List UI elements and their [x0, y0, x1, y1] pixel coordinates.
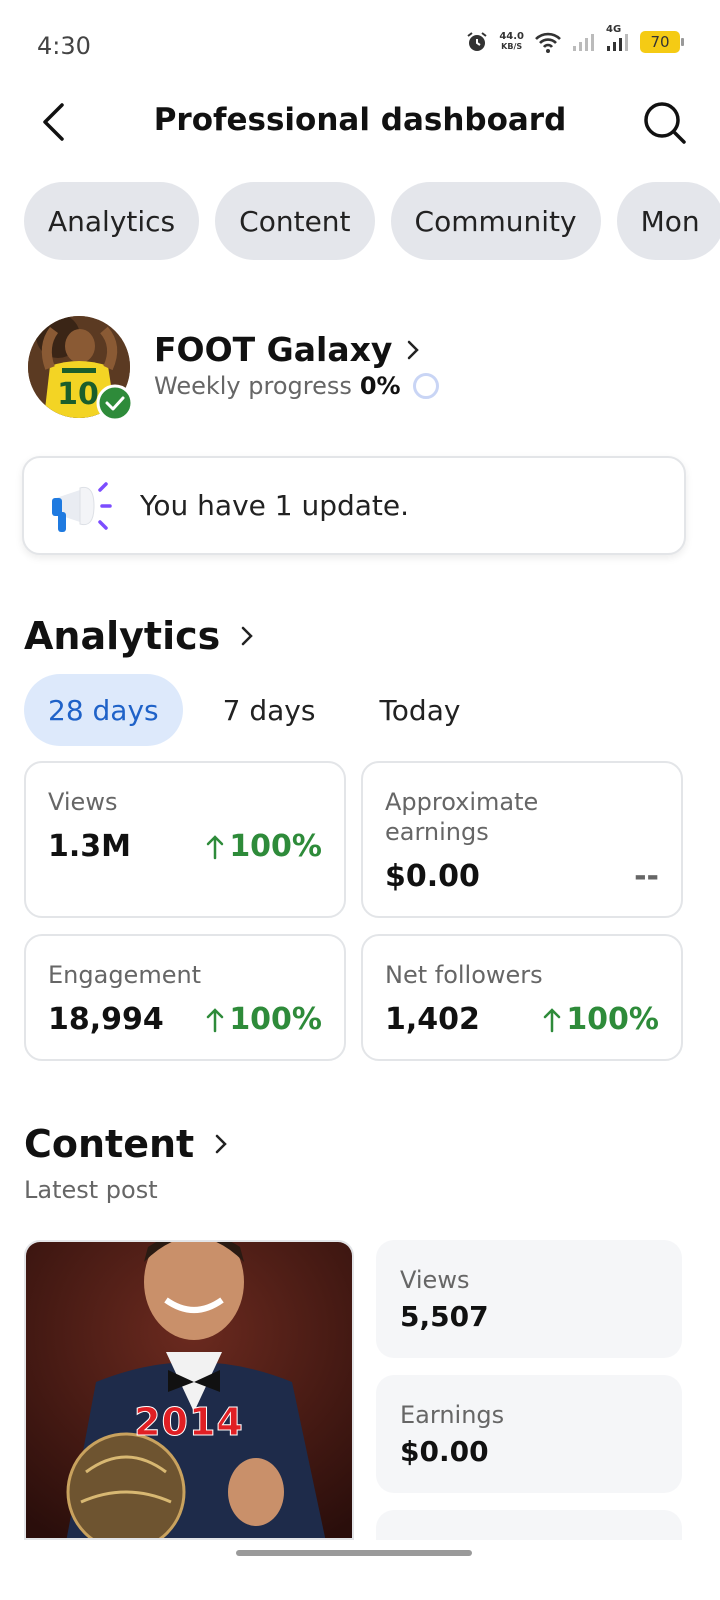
- status-icons: 44.0 KB/S 4G 70: [465, 24, 684, 54]
- content-section-header[interactable]: Content: [24, 1122, 228, 1166]
- range-7-days[interactable]: 7 days: [199, 674, 340, 746]
- svg-text:10: 10: [57, 377, 99, 412]
- search-button[interactable]: [640, 98, 690, 148]
- content-title: Content: [24, 1122, 195, 1166]
- profile-name-row[interactable]: FOOT Galaxy: [154, 330, 420, 369]
- arrow-up-icon: [544, 1007, 561, 1032]
- metric-card-net-followers[interactable]: Net followers 1,402 100%: [361, 934, 683, 1061]
- arrow-up-icon: [207, 1007, 224, 1032]
- metric-change-value: 100%: [229, 1002, 322, 1037]
- signal-4g-icon: 4G: [606, 24, 630, 52]
- range-today[interactable]: Today: [355, 674, 484, 746]
- metric-label: Views: [48, 788, 118, 816]
- weekly-progress-label: Weekly progress: [154, 372, 352, 400]
- metric-change: 100%: [205, 1002, 322, 1037]
- metric-label: Net followers: [385, 961, 543, 989]
- chevron-right-icon: [408, 340, 420, 359]
- metric-change-value: --: [634, 859, 659, 894]
- home-indicator[interactable]: [236, 1550, 472, 1556]
- progress-ring-icon: [412, 373, 439, 399]
- search-icon: [644, 102, 686, 144]
- status-time: 4:30: [37, 32, 91, 60]
- latest-post-label: Latest post: [24, 1176, 158, 1204]
- metric-change-value: 100%: [229, 829, 322, 864]
- verified-badge-icon: [96, 384, 134, 426]
- metric-label: Approximate earnings: [385, 788, 539, 846]
- update-banner[interactable]: You have 1 update.: [22, 456, 686, 555]
- metric-change-value: 100%: [566, 1002, 659, 1037]
- network-speed: 44.0 KB/S: [499, 32, 524, 52]
- metric-card-earnings[interactable]: Approximate earnings $0.00 --: [361, 761, 683, 918]
- post-overlay-text: 2014: [134, 1400, 244, 1445]
- latest-post-thumbnail[interactable]: 2014: [24, 1240, 354, 1540]
- battery-level: 70: [650, 33, 670, 51]
- post-stat-earnings: Earnings $0.00: [376, 1375, 682, 1493]
- update-text: You have 1 update.: [140, 489, 410, 522]
- analytics-section-header[interactable]: Analytics: [24, 614, 254, 658]
- stat-label: Earnings: [400, 1401, 505, 1429]
- stat-value: $0.00: [400, 1435, 489, 1468]
- profile-name: FOOT Galaxy: [154, 330, 393, 369]
- metric-value: $0.00: [385, 859, 480, 894]
- section-tabs: Analytics Content Community Mon: [24, 182, 720, 260]
- stat-label: Views: [400, 1266, 470, 1294]
- weekly-progress: Weekly progress 0%: [154, 372, 439, 400]
- tab-monetization[interactable]: Mon: [616, 182, 720, 260]
- page-title: Professional dashboard: [153, 102, 567, 138]
- metric-value: 18,994: [48, 1002, 164, 1037]
- range-28-days[interactable]: 28 days: [24, 674, 183, 746]
- post-stat-card-partial: [376, 1510, 682, 1540]
- stat-value: 5,507: [400, 1300, 489, 1333]
- metric-change: 100%: [542, 1002, 659, 1037]
- analytics-title: Analytics: [24, 614, 221, 658]
- header: Professional dashboard: [0, 92, 720, 156]
- chevron-right-icon: [215, 1134, 227, 1154]
- battery-icon: 70: [640, 31, 684, 53]
- metric-card-views[interactable]: Views 1.3M 100%: [24, 761, 346, 918]
- range-selector: 28 days 7 days Today: [24, 674, 500, 746]
- alarm-icon: [465, 30, 489, 54]
- status-bar: 4:30 44.0 KB/S 4G 70: [0, 0, 720, 92]
- network-speed-value: 44.0: [499, 31, 524, 42]
- tab-analytics[interactable]: Analytics: [24, 182, 200, 260]
- metric-value: 1,402: [385, 1002, 480, 1037]
- network-speed-unit: KB/S: [501, 42, 523, 51]
- arrow-up-icon: [207, 834, 224, 859]
- tab-content[interactable]: Content: [215, 182, 375, 260]
- tab-community[interactable]: Community: [390, 182, 601, 260]
- metric-card-engagement[interactable]: Engagement 18,994 100%: [24, 934, 346, 1061]
- metric-label: Engagement: [48, 961, 202, 989]
- megaphone-icon: [52, 481, 112, 532]
- metric-value: 1.3M: [48, 829, 131, 864]
- chevron-right-icon: [241, 626, 254, 646]
- wifi-icon: [534, 30, 562, 54]
- network-type: 4G: [606, 24, 622, 35]
- signal-icon: [572, 32, 596, 52]
- post-stat-views: Views 5,507: [376, 1240, 682, 1358]
- metric-change: 100%: [205, 829, 322, 864]
- metric-change: --: [634, 859, 659, 894]
- weekly-progress-value: 0%: [359, 372, 401, 400]
